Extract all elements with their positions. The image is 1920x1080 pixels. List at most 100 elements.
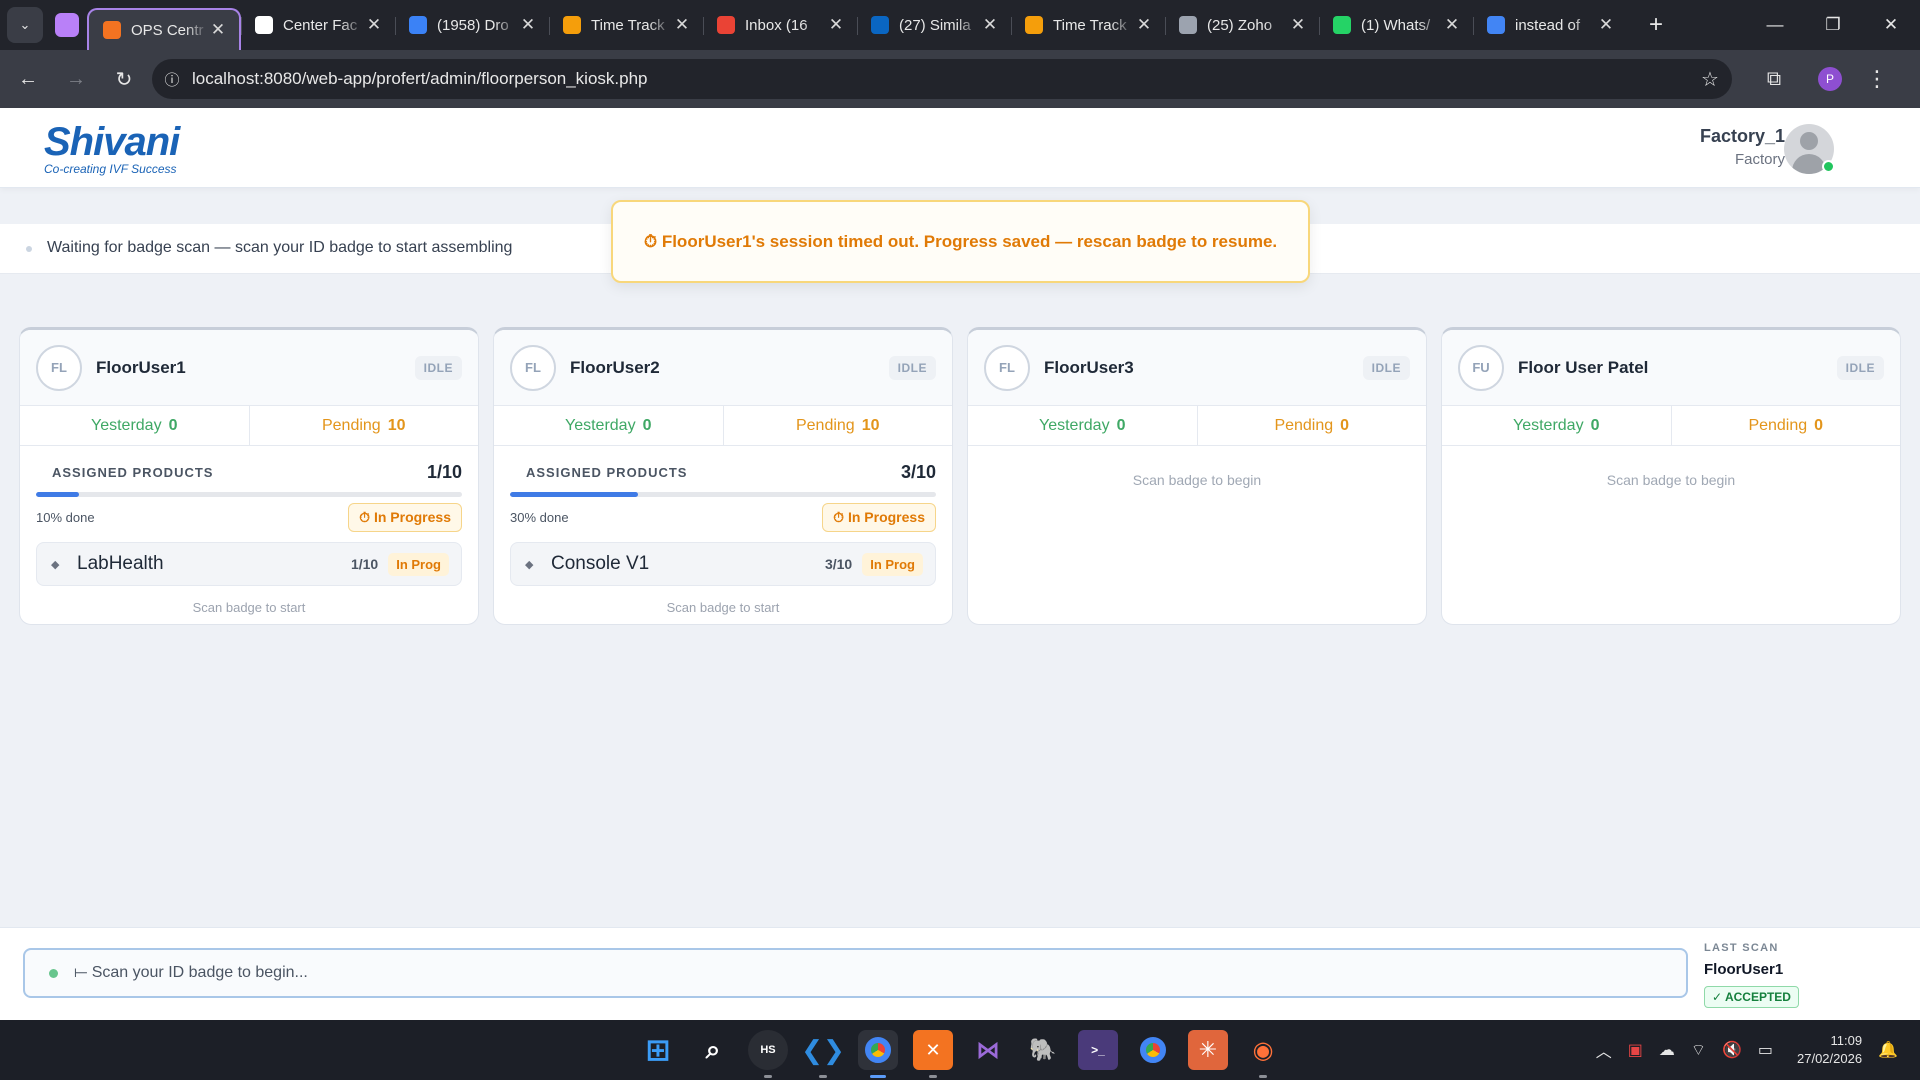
close-tab-icon[interactable]: ✕ (673, 15, 691, 35)
terminal-icon[interactable]: >_ (1078, 1030, 1118, 1070)
whatsapp-icon (1333, 16, 1351, 34)
logo-brand: Shivani (44, 120, 180, 164)
user-initials: FU (1458, 344, 1504, 391)
close-tab-icon[interactable]: ✕ (519, 15, 537, 35)
card-stats: Yesterday 0 Pending 10 (494, 406, 952, 446)
tab-search-icon[interactable]: ⌄ (7, 7, 43, 43)
extensions-icon[interactable]: ⧉ (1752, 68, 1796, 91)
browser-tab[interactable]: (1958) Dro ✕ (395, 6, 549, 44)
close-window-icon[interactable]: ✕ (1862, 0, 1920, 50)
diamond-icon (563, 16, 581, 34)
volume-muted-icon[interactable]: 🔇 (1722, 1040, 1742, 1060)
url-bar[interactable]: ⓘ localhost:8080/web-app/profert/admin/f… (152, 59, 1732, 99)
card-header: FL FloorUser1 IDLE (20, 330, 478, 406)
browser-tab[interactable]: instead of ✕ (1473, 6, 1627, 44)
yesterday-label: Yesterday (91, 416, 162, 434)
firefox-icon[interactable]: ◉ (1243, 1030, 1283, 1078)
bookmark-star-icon[interactable]: ☆ (1688, 67, 1732, 92)
status-dot (26, 246, 32, 252)
claude-icon[interactable]: ✳ (1188, 1030, 1228, 1070)
profile-avatar[interactable]: P (1818, 67, 1842, 91)
close-tab-icon[interactable]: ✕ (1443, 15, 1461, 35)
assigned-products: ASSIGNED PRODUCTS 3/10 30% done ⏱ In Progre… (494, 462, 952, 615)
windows-start-icon[interactable]: ⊞ (638, 1030, 678, 1070)
clock-time: 11:09 (1830, 1033, 1863, 1048)
search-icon[interactable]: ⌕ (693, 1030, 733, 1070)
floor-user-name: FloorUser1 (96, 357, 186, 377)
badge-scan-input[interactable]: ⟝ Scan your ID badge to begin... (23, 948, 1688, 998)
wifi-icon[interactable]: ⌔ (1691, 1040, 1706, 1060)
floor-user-card[interactable]: FU Floor User Patel IDLE Yesterday 0 Pending 0… (1441, 327, 1901, 625)
profile-workspace-icon[interactable] (55, 13, 79, 37)
browser-tab[interactable]: Time Track ✕ (549, 6, 703, 44)
tray-app-icon[interactable]: ▣ (1628, 1040, 1643, 1060)
close-tab-icon[interactable]: ✕ (981, 15, 999, 35)
floor-user-card[interactable]: FL FloorUser1 IDLE Yesterday 0 Pending 10 ASSIG… (19, 327, 479, 625)
postgres-icon[interactable]: 🐘 (1023, 1030, 1063, 1070)
close-tab-icon[interactable]: ✕ (365, 15, 383, 35)
visual-studio-icon[interactable]: ⋈ (968, 1030, 1008, 1070)
tray-overflow-icon[interactable]: ︿ (1596, 1038, 1612, 1062)
tab-title: instead of (1515, 16, 1581, 34)
close-tab-icon[interactable]: ✕ (1597, 15, 1615, 35)
chrome-icon[interactable] (858, 1030, 898, 1078)
back-icon[interactable]: ← (8, 59, 48, 99)
windows-taskbar: ⊞ ⌕ HS ❮❯ ✕ ⋈ 🐘 >_ ✳ ◉ ︿ ▣ ☁ ⌔ 🔇 ▭ 11:09… (0, 1020, 1920, 1080)
forward-icon[interactable]: → (56, 59, 96, 99)
tab-title: Time Track (1053, 16, 1127, 34)
clock-date: 27/02/2026 (1797, 1051, 1863, 1066)
yesterday-value: 0 (1116, 416, 1126, 434)
hubstaff-icon[interactable]: HS (748, 1030, 788, 1078)
window-controls: — ❐ ✕ (1746, 0, 1920, 50)
system-clock[interactable]: 11:09 27/02/2026 (1797, 1032, 1862, 1068)
product-status-badge: In Prog (862, 552, 923, 576)
assigned-count: 1/10 (426, 462, 462, 482)
product-row[interactable]: ◆ LabHealth 1/10 In Prog (36, 542, 462, 586)
chrome-alt-icon[interactable] (1133, 1030, 1173, 1070)
minimize-icon[interactable]: — (1746, 0, 1804, 50)
close-tab-icon[interactable]: ✕ (1135, 15, 1153, 35)
progress-bar (510, 492, 936, 497)
close-tab-icon[interactable]: ✕ (209, 20, 227, 40)
xampp-icon (103, 21, 121, 39)
site-info-icon[interactable]: ⓘ (152, 69, 192, 90)
browser-tab[interactable]: Time Track ✕ (1011, 6, 1165, 44)
browser-tab[interactable]: (27) Simila ✕ (857, 6, 1011, 44)
browser-tab[interactable]: OPS Centr ✕ (87, 8, 241, 50)
in-progress-badge: ⏱ In Progress (822, 503, 936, 532)
scan-placeholder[interactable]: ⟝ Scan your ID badge to begin... (74, 964, 308, 982)
close-tab-icon[interactable]: ✕ (1289, 15, 1307, 35)
restore-icon[interactable]: ❐ (1804, 0, 1862, 50)
new-tab-button[interactable]: + (1641, 11, 1671, 39)
cloud-offline-icon[interactable]: ☁ (1659, 1040, 1675, 1060)
state-badge: IDLE (888, 355, 936, 380)
close-tab-icon[interactable]: ✕ (827, 15, 845, 35)
tab-title: (1958) Dro (437, 16, 509, 34)
browser-tab[interactable]: Inbox (16 ✕ (703, 6, 857, 44)
xampp-icon[interactable]: ✕ (913, 1030, 953, 1078)
pending-value: 0 (1814, 416, 1824, 434)
battery-icon[interactable]: ▭ (1758, 1040, 1773, 1060)
product-row[interactable]: ◆ Console V1 3/10 In Prog (510, 542, 936, 586)
floor-user-card[interactable]: FL FloorUser2 IDLE Yesterday 0 Pending 10 ASSIG… (493, 327, 953, 625)
yesterday-value: 0 (1590, 416, 1600, 434)
shivani-logo[interactable]: Shivani Co-creating IVF Success (44, 120, 180, 176)
c-logo-icon (409, 16, 427, 34)
browser-tab[interactable]: Center Fac ✕ (241, 6, 395, 44)
yesterday-stat: Yesterday 0 (20, 406, 249, 445)
reload-icon[interactable]: ↻ (104, 59, 144, 99)
url-text[interactable]: localhost:8080/web-app/profert/admin/flo… (192, 69, 1688, 89)
browser-menu-icon[interactable]: ⋮ (1866, 66, 1888, 92)
browser-tab[interactable]: (25) Zoho ✕ (1165, 6, 1319, 44)
browser-tab[interactable]: (1) Whats/ ✕ (1319, 6, 1473, 44)
pending-label: Pending (795, 416, 855, 434)
floor-user-card[interactable]: FL FloorUser3 IDLE Yesterday 0 Pending 0 Scan b… (967, 327, 1427, 625)
notification-bell-icon[interactable]: 🔔 (1878, 1040, 1898, 1060)
vscode-icon[interactable]: ❮❯ (801, 1030, 845, 1078)
user-initials: FL (510, 344, 556, 391)
tab-title: (1) Whats/ (1361, 16, 1431, 34)
card-stats: Yesterday 0 Pending 0 (1442, 406, 1900, 446)
diamond-icon (1025, 16, 1043, 34)
tab-list: OPS Centr ✕ Center Fac ✕ (1958) Dro ✕ Time Tra… (87, 0, 1627, 50)
user-info: Factory_1 Factory (1700, 126, 1785, 168)
